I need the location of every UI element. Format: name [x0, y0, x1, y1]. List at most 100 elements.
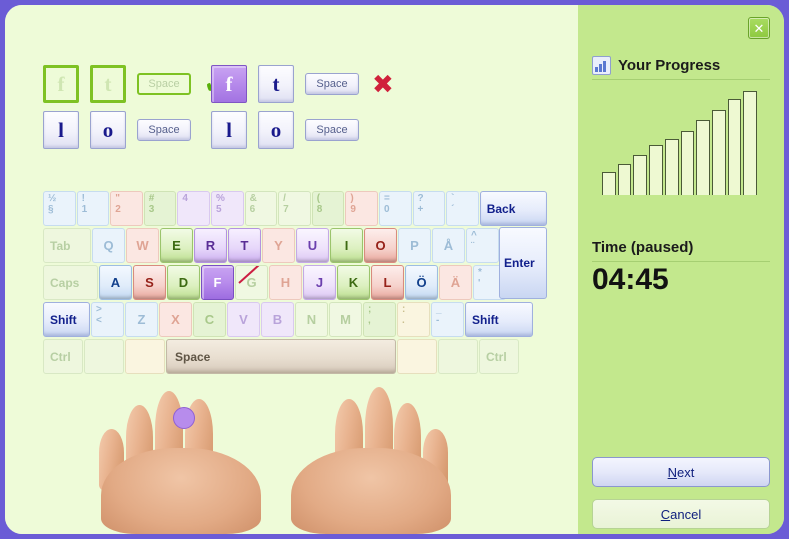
keyboard-rows: ½ §! 1 " 2 #3 4% 5 & 6/7(8) 9 = 0? + ` ´ Back Tab Q W E R T Y U I…	[43, 191, 548, 375]
exercise-key-t-done[interactable]: t	[90, 65, 126, 103]
key-dual-label: /7	[283, 193, 289, 215]
key-blank[interactable]	[84, 339, 124, 374]
key-[interactable]: ? +	[412, 191, 446, 226]
progress-bar-1	[602, 172, 616, 195]
key-9[interactable]: ) 9	[345, 191, 378, 226]
key-dual-label: & 6	[249, 193, 257, 215]
key-a[interactable]: A	[99, 265, 132, 300]
key-e[interactable]: E	[160, 228, 193, 263]
number-row: ½ § ! 1 " 2 #3 4 % 5 & 6/7 (8) 9 = 0 ? + ` ´ Back	[43, 191, 548, 227]
key-m[interactable]: M	[329, 302, 362, 337]
key-shift[interactable]: Shift	[465, 302, 533, 337]
key-2[interactable]: " 2	[110, 191, 143, 226]
exercise-row: f t Space ✖	[211, 61, 394, 107]
exercise-key-space[interactable]: Space	[305, 119, 359, 141]
time-header: Time (paused)	[592, 239, 693, 256]
exercise-key-t[interactable]: t	[258, 65, 294, 103]
progress-bar-10	[743, 91, 758, 195]
key-w[interactable]: W	[126, 228, 159, 263]
cancel-button[interactable]: Cancel	[592, 499, 770, 529]
exercise-key-l[interactable]: l	[43, 111, 79, 149]
key-x[interactable]: X	[159, 302, 192, 337]
key-[interactable]: ^ ¨	[466, 228, 499, 263]
progress-bar-6	[680, 130, 695, 195]
key-q[interactable]: Q	[92, 228, 125, 263]
key-tab[interactable]: Tab	[43, 228, 91, 263]
key-n[interactable]: N	[295, 302, 328, 337]
key-6[interactable]: & 6	[244, 191, 278, 226]
key-dual-label: ! 1	[81, 193, 88, 215]
key-[interactable]: ` ´	[446, 191, 479, 226]
bar-chart-icon	[592, 56, 611, 75]
key-[interactable]: :.	[397, 302, 430, 337]
bottom-letter-row: Shift > < Z X C V B N M;,:. _ - Shift	[43, 302, 548, 338]
exercise-key-l[interactable]: l	[211, 111, 247, 149]
key-7[interactable]: /7	[278, 191, 311, 226]
key-z[interactable]: Z	[125, 302, 158, 337]
key-i[interactable]: I	[330, 228, 363, 263]
time-value: 04:45	[592, 263, 669, 296]
exercise-row: f t Space ✔	[43, 61, 226, 107]
key-0[interactable]: = 0	[378, 191, 412, 226]
key-blank[interactable]	[397, 339, 437, 374]
exercise-key-f-active[interactable]: f	[211, 65, 247, 103]
key-u[interactable]: U	[296, 228, 329, 263]
key-dual-label: ;,	[368, 304, 372, 326]
key-[interactable]: Ö	[405, 265, 438, 300]
progress-header: Your Progress	[592, 56, 720, 75]
key-s[interactable]: S	[133, 265, 166, 300]
key-shift[interactable]: Shift	[43, 302, 90, 337]
key-dual-label: :.	[402, 304, 406, 326]
key-3[interactable]: #3	[143, 191, 177, 226]
next-button[interactable]: Next	[592, 457, 770, 487]
key-blank[interactable]	[438, 339, 478, 374]
key-[interactable]: Å	[432, 228, 465, 263]
progress-bar-5	[664, 138, 679, 195]
key-l[interactable]: L	[371, 265, 404, 300]
key-[interactable]: Ä	[439, 265, 472, 300]
exercise-key-space[interactable]: Space	[305, 73, 359, 95]
key-space[interactable]: Space	[166, 339, 396, 374]
key-4[interactable]: 4	[177, 191, 210, 226]
exercise-key-o[interactable]: o	[90, 111, 126, 149]
key-dual-label: > <	[96, 304, 102, 326]
key-b[interactable]: B	[261, 302, 294, 337]
key-v[interactable]: V	[227, 302, 260, 337]
key-ctrl[interactable]: Ctrl	[43, 339, 83, 374]
key-dual-label: ½ §	[48, 193, 57, 215]
key-8[interactable]: (8	[311, 191, 345, 226]
key-[interactable]: ½ §	[43, 191, 76, 226]
progress-bar-8	[711, 109, 726, 195]
key-[interactable]: > <	[91, 302, 124, 337]
exercise-key-space[interactable]: Space	[137, 119, 191, 141]
key-caps[interactable]: Caps	[43, 265, 98, 300]
exercise-key-o[interactable]: o	[258, 111, 294, 149]
work-area: f t Space ✔ l o Space f t Space ✖	[5, 5, 578, 534]
key-g[interactable]: G	[235, 265, 268, 300]
key-d[interactable]: D	[167, 265, 200, 300]
close-icon[interactable]: ✕	[748, 17, 770, 39]
key-dual-label: " 2	[115, 193, 121, 215]
key-p[interactable]: P	[398, 228, 431, 263]
top-row: Tab Q W E R T Y U I O P Å ^ ¨	[43, 228, 548, 264]
key-5[interactable]: % 5	[210, 191, 244, 226]
exercise-key-space-done[interactable]: Space	[137, 73, 191, 95]
key-h[interactable]: H	[269, 265, 302, 300]
key-k[interactable]: K	[337, 265, 370, 300]
key-ctrl[interactable]: Ctrl	[479, 339, 519, 374]
key-y[interactable]: Y	[262, 228, 295, 263]
key-o[interactable]: O	[364, 228, 397, 263]
key-[interactable]: ;,	[363, 302, 396, 337]
key-1[interactable]: ! 1	[76, 191, 110, 226]
key-j[interactable]: J	[303, 265, 336, 300]
exercise-key-f-done[interactable]: f	[43, 65, 79, 103]
key-blank[interactable]	[125, 339, 165, 374]
key-dual-label: ^ ¨	[471, 230, 477, 252]
key-back[interactable]: Back	[479, 191, 547, 226]
key-t[interactable]: T	[228, 228, 261, 263]
key-[interactable]: _ -	[431, 302, 464, 337]
key-enter[interactable]: Enter	[499, 227, 547, 299]
key-r[interactable]: R	[194, 228, 227, 263]
key-f[interactable]: F	[201, 265, 234, 300]
key-c[interactable]: C	[193, 302, 226, 337]
